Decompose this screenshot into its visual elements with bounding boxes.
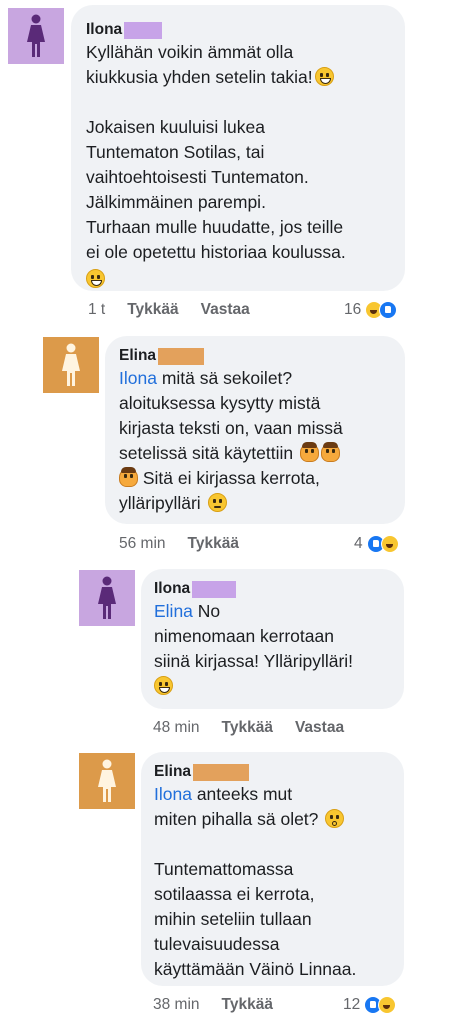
avatar[interactable] bbox=[79, 753, 135, 809]
facepalm-emoji-icon bbox=[299, 442, 319, 462]
mention-link[interactable]: Ilona bbox=[119, 368, 157, 388]
comment-actions: 38 min Tykkää bbox=[153, 996, 295, 1014]
redaction-block bbox=[124, 21, 163, 39]
comment-time[interactable]: 48 min bbox=[153, 719, 200, 737]
reaction-summary[interactable]: 12 bbox=[343, 996, 397, 1014]
comment-actions: 56 min Tykkää bbox=[119, 535, 261, 553]
avatar[interactable] bbox=[79, 570, 135, 626]
comment-text: Kyllähän voikin ämmät olla kiukkusia yhd… bbox=[86, 40, 391, 90]
flushed-emoji-icon bbox=[325, 809, 345, 828]
grinning-emoji-icon bbox=[86, 269, 105, 288]
comment-author[interactable]: Elina bbox=[154, 763, 191, 781]
female-silhouette-icon bbox=[98, 576, 116, 619]
comment-text: Ilona mitä sä sekoilet? aloituksessa kys… bbox=[119, 368, 343, 513]
comment-time[interactable]: 56 min bbox=[119, 535, 166, 553]
facepalm-emoji-icon bbox=[119, 467, 138, 487]
mention-link[interactable]: Elina bbox=[154, 601, 193, 621]
comment-actions: 48 min Tykkää Vastaa bbox=[153, 719, 366, 737]
facepalm-emoji-icon bbox=[320, 442, 340, 462]
reaction-count: 16 bbox=[344, 301, 362, 318]
comment-text: Tuntemattomassa sotilaassa ei kerrota, m… bbox=[154, 859, 357, 979]
reply-button[interactable]: Vastaa bbox=[201, 301, 250, 319]
grinning-emoji-icon bbox=[314, 67, 334, 86]
avatar[interactable] bbox=[8, 8, 64, 64]
reaction-count: 4 bbox=[354, 535, 363, 552]
haha-reaction-icon bbox=[380, 535, 399, 553]
like-button[interactable]: Tykkää bbox=[127, 301, 178, 319]
avatar[interactable] bbox=[43, 337, 99, 393]
comment-author[interactable]: Elina bbox=[119, 347, 156, 365]
redaction-block bbox=[193, 763, 250, 781]
reply-button[interactable]: Vastaa bbox=[295, 719, 344, 737]
like-button[interactable]: Tykkää bbox=[222, 996, 273, 1014]
like-button[interactable]: Tykkää bbox=[188, 535, 239, 553]
comment-text: Jokaisen kuuluisi lukea Tuntematon Sotil… bbox=[86, 117, 346, 262]
comment-text: Ilona anteeks mut miten pihalla sä olet? bbox=[154, 782, 392, 832]
comment-text: Elina No nimenomaan kerrotaan siinä kirj… bbox=[154, 599, 392, 699]
eye-roll-emoji-icon bbox=[207, 493, 227, 512]
comment-time[interactable]: 1 t bbox=[88, 301, 105, 319]
reaction-summary[interactable]: 16 bbox=[344, 301, 398, 319]
female-silhouette-icon bbox=[98, 759, 116, 802]
like-button[interactable]: Tykkää bbox=[222, 719, 273, 737]
comment-bubble: Elina Ilona anteeks mut miten pihalla sä… bbox=[141, 752, 404, 986]
comment-actions: 1 t Tykkää Vastaa bbox=[88, 301, 272, 319]
comment-bubble: Ilona Kyllähän voikin ämmät olla kiukkus… bbox=[71, 5, 405, 291]
comment-time[interactable]: 38 min bbox=[153, 996, 200, 1014]
haha-reaction-icon bbox=[378, 996, 397, 1014]
mention-link[interactable]: Ilona bbox=[154, 784, 192, 804]
comment-bubble: Elina Ilona mitä sä sekoilet? aloitukses… bbox=[105, 336, 405, 524]
redaction-block bbox=[192, 580, 237, 598]
female-silhouette-icon bbox=[62, 343, 80, 386]
comment-author[interactable]: Ilona bbox=[86, 21, 122, 39]
grinning-emoji-icon bbox=[154, 676, 173, 695]
comment-bubble: Ilona Elina No nimenomaan kerrotaan siin… bbox=[141, 569, 404, 709]
like-reaction-icon bbox=[379, 301, 398, 319]
redaction-block bbox=[158, 347, 205, 365]
reaction-count: 12 bbox=[343, 996, 361, 1013]
comment-author[interactable]: Ilona bbox=[154, 580, 190, 598]
female-silhouette-icon bbox=[27, 14, 45, 57]
reaction-summary[interactable]: 4 bbox=[354, 535, 399, 553]
